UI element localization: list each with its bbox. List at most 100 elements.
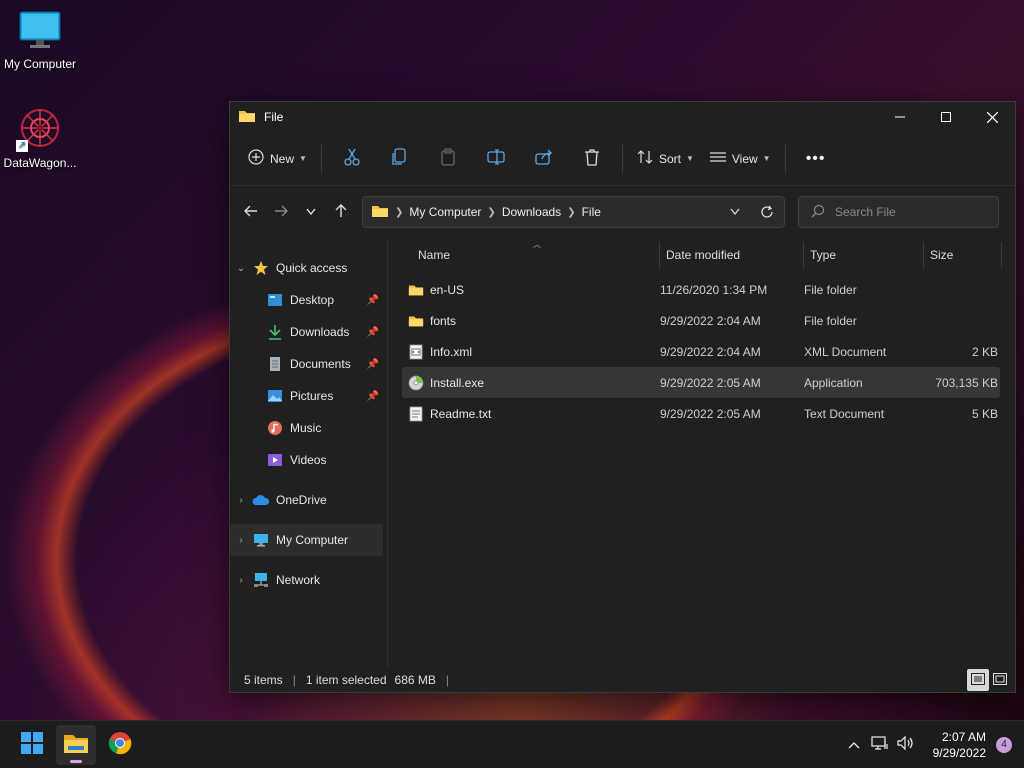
minimize-button[interactable]	[877, 102, 923, 132]
toolbar-divider	[320, 144, 322, 173]
address-bar[interactable]: ❯ My Computer ❯ Downloads ❯ File	[362, 196, 785, 228]
address-history-dropdown[interactable]	[720, 208, 750, 216]
copy-button[interactable]	[376, 143, 424, 175]
sort-button[interactable]: Sort ▼	[629, 143, 702, 175]
taskbar-file-explorer[interactable]	[56, 724, 96, 765]
cell-name: Readme.txt	[402, 406, 660, 422]
toolbar-divider	[621, 144, 623, 173]
desktop-icon-datawagon[interactable]: ↗ DataWagon...	[0, 106, 80, 170]
maximize-button[interactable]	[923, 102, 969, 132]
nav-label: Pictures	[290, 389, 334, 403]
table-row[interactable]: Install.exe 9/29/2022 2:05 AM Application 7…	[402, 367, 1000, 398]
arrow-up-icon	[335, 203, 347, 221]
search-box[interactable]	[798, 196, 999, 228]
copy-icon	[392, 148, 408, 169]
arrow-right-icon	[274, 205, 288, 220]
column-header-name[interactable]: Name	[388, 242, 660, 268]
details-view-button[interactable]	[967, 669, 989, 691]
cut-button[interactable]	[328, 143, 376, 175]
nav-item-downloads[interactable]: Downloads 📌	[230, 316, 383, 348]
nav-item-my-computer[interactable]: › My Computer	[230, 524, 383, 556]
item-count: 5 items	[244, 673, 283, 687]
volume-button[interactable]	[893, 729, 919, 761]
start-button[interactable]	[12, 725, 52, 765]
table-row[interactable]: Readme.txt 9/29/2022 2:05 AM Text Document…	[402, 398, 1000, 429]
clock-date: 9/29/2022	[932, 745, 986, 760]
paste-button[interactable]	[424, 143, 472, 175]
xml-file-icon	[408, 344, 424, 360]
cell-type: XML Document	[804, 344, 887, 359]
chevron-up-icon	[848, 738, 860, 752]
chevron-down-icon	[306, 205, 316, 219]
desktop-icon-my-computer[interactable]: My Computer	[0, 10, 80, 71]
nav-item-music[interactable]: Music	[230, 412, 383, 444]
video-icon	[266, 452, 284, 468]
installer-disc-icon	[408, 375, 424, 391]
nav-label: Documents	[290, 357, 351, 371]
pin-icon: 📌	[366, 358, 379, 370]
scissors-icon	[344, 148, 360, 169]
desktop-icon	[266, 292, 284, 308]
taskbar-chrome[interactable]	[100, 725, 140, 765]
breadcrumb-file[interactable]: File	[582, 205, 601, 219]
nav-label: Downloads	[290, 325, 350, 339]
share-button[interactable]	[520, 143, 568, 175]
recent-locations-button[interactable]	[296, 197, 326, 227]
music-icon	[266, 420, 284, 436]
cell-date-modified: 9/29/2022 2:05 AM	[660, 375, 761, 390]
download-arrow-icon	[266, 324, 284, 340]
rename-button[interactable]	[472, 143, 520, 175]
table-row[interactable]: Info.xml 9/29/2022 2:04 AM XML Document 2 K…	[402, 336, 1000, 367]
trash-icon	[584, 148, 600, 169]
chevron-right-icon: ❯	[487, 206, 496, 218]
nav-item-videos[interactable]: Videos	[230, 444, 383, 476]
column-header-size[interactable]: Size	[924, 242, 1002, 268]
nav-item-onedrive[interactable]: › OneDrive	[230, 484, 383, 516]
column-header-date-modified[interactable]: Date modified	[660, 242, 804, 268]
file-name: fonts	[430, 313, 457, 328]
table-row[interactable]: en-US 11/26/2020 1:34 PM File folder	[402, 274, 1000, 305]
column-header-type[interactable]: Type	[804, 242, 924, 268]
close-button[interactable]	[969, 102, 1015, 132]
folder-icon	[371, 204, 389, 221]
clock[interactable]: 2:07 AM 9/29/2022	[933, 729, 986, 761]
datawagon-shortcut-icon: ↗	[16, 106, 64, 152]
monitor-icon	[0, 10, 80, 53]
nav-label: Music	[290, 421, 322, 435]
sort-arrows-icon	[637, 149, 653, 168]
nav-quick-access[interactable]: ⌄ Quick access	[230, 252, 383, 284]
delete-button[interactable]	[568, 143, 616, 175]
cell-name: en-US	[402, 282, 660, 298]
cell-size: 703,135 KB	[935, 375, 998, 390]
details-view-icon	[971, 672, 985, 688]
breadcrumb-my-computer[interactable]: My Computer	[409, 205, 481, 219]
cell-name: Install.exe	[402, 375, 660, 391]
title-bar[interactable]: File	[230, 102, 1015, 132]
back-button[interactable]	[236, 197, 266, 227]
nav-item-desktop[interactable]: Desktop 📌	[230, 284, 383, 316]
nav-item-pictures[interactable]: Pictures 📌	[230, 380, 383, 412]
status-bar: 5 items | 1 item selected 686 MB |	[230, 668, 1015, 692]
breadcrumb-downloads[interactable]: Downloads	[502, 205, 561, 219]
forward-button[interactable]	[266, 197, 296, 227]
more-options-button[interactable]: •••	[792, 143, 840, 175]
navigation-bar: ❯ My Computer ❯ Downloads ❯ File	[230, 186, 1015, 238]
view-button[interactable]: View ▼	[702, 143, 779, 175]
new-button[interactable]: New ▼	[240, 143, 315, 175]
show-hidden-icons-button[interactable]	[841, 729, 867, 761]
nav-label: Videos	[290, 453, 327, 467]
nav-item-documents[interactable]: Documents 📌	[230, 348, 383, 380]
pin-icon: 📌	[366, 294, 379, 306]
selection-size: 686 MB	[394, 673, 436, 687]
cell-name: Info.xml	[402, 344, 660, 360]
refresh-icon[interactable]	[750, 205, 784, 219]
nav-item-network[interactable]: › Network	[230, 564, 383, 596]
sort-label: Sort	[658, 151, 681, 166]
network-status-button[interactable]	[867, 729, 893, 761]
table-row[interactable]: fonts 9/29/2022 2:04 AM File folder	[402, 305, 1000, 336]
search-input[interactable]	[835, 205, 985, 219]
notification-badge[interactable]: 4	[996, 736, 1012, 753]
tiles-view-button[interactable]	[989, 669, 1011, 691]
cell-type: File folder	[804, 282, 857, 297]
up-button[interactable]	[326, 197, 356, 227]
